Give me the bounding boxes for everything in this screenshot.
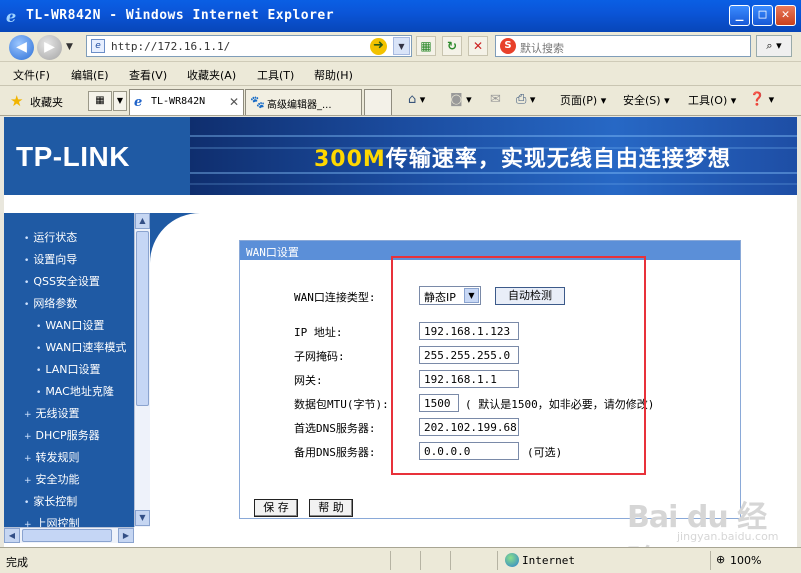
new-tab-button[interactable]	[364, 89, 392, 115]
ie-page-icon: e	[134, 95, 143, 110]
sidebar-item-dhcp[interactable]: + DHCP服务器	[24, 427, 100, 443]
sidebar-vertical-scrollbar[interactable]: ▲ ▼	[134, 213, 150, 527]
favorites-star-icon[interactable]: ★	[10, 92, 23, 110]
tp-link-logo: TP-LINK	[4, 117, 190, 195]
safety-menu[interactable]: 安全(S) ▾	[623, 92, 670, 108]
tab-list-dropdown-icon[interactable]: ▼	[113, 91, 127, 111]
mask-label: 子网掩码:	[294, 350, 345, 363]
dns2-label: 备用DNS服务器:	[294, 446, 376, 459]
page-content: TP-LINK 300M传输速率，实现无线自由连接梦想 • 运行状态 • 设置向导 …	[4, 117, 797, 547]
search-provider-icon: S	[500, 38, 516, 54]
close-button[interactable]: ✕	[775, 5, 796, 26]
feeds-icon[interactable]: ◙ ▾	[450, 92, 472, 107]
tools-menu[interactable]: 工具(O) ▾	[688, 92, 736, 108]
sidebar-item-lan[interactable]: • LAN口设置	[36, 361, 100, 377]
tab-advanced-editor[interactable]: 🐾 高级编辑器_...	[245, 89, 362, 115]
page-icon: e	[91, 39, 105, 53]
menu-help[interactable]: 帮助(H)	[314, 67, 353, 83]
ie-logo-icon: e	[6, 7, 17, 26]
sidebar-item-network[interactable]: • 网络参数	[24, 295, 77, 311]
help-button[interactable]: 帮 助	[309, 499, 353, 517]
status-text: 完成	[6, 556, 28, 569]
go-icon[interactable]: ➜	[370, 38, 387, 55]
menu-view[interactable]: 查看(V)	[129, 67, 167, 83]
stop-icon[interactable]: ✕	[468, 36, 488, 56]
menu-tools[interactable]: 工具(T)	[257, 67, 294, 83]
tab-tl-wr842n[interactable]: e TL-WR842N ✕	[129, 89, 244, 115]
window-titlebar[interactable]: e TL-WR842N - Windows Internet Explorer …	[0, 0, 801, 32]
maximize-button[interactable]: □	[752, 5, 773, 26]
help-icon[interactable]: ❓ ▾	[749, 92, 774, 107]
scroll-thumb[interactable]	[136, 231, 149, 406]
ip-label: IP 地址:	[294, 326, 343, 339]
scroll-right-icon[interactable]: ▶	[118, 528, 134, 543]
menu-bar: 文件(F) 编辑(E) 查看(V) 收藏夹(A) 工具(T) 帮助(H)	[0, 62, 801, 86]
menu-file[interactable]: 文件(F)	[13, 67, 50, 83]
sidebar-item-parental[interactable]: • 家长控制	[24, 493, 77, 509]
home-icon[interactable]: ⌂ ▾	[408, 92, 425, 107]
search-box[interactable]: S 默认搜索	[495, 35, 751, 57]
sidebar-item-status[interactable]: • 运行状态	[24, 229, 77, 245]
forward-button[interactable]: ▶	[37, 35, 62, 60]
horizontal-scroll-thumb[interactable]	[22, 529, 112, 542]
sidebar-item-wireless[interactable]: + 无线设置	[24, 405, 80, 421]
history-dropdown-icon[interactable]: ▼	[66, 42, 73, 52]
sidebar-nav: • 运行状态 • 设置向导 • QSS安全设置 • 网络参数 • WAN口设置 • WAN口…	[4, 213, 134, 533]
sidebar-horizontal-scrollbar[interactable]: ◀ ▶	[4, 527, 134, 543]
scroll-up-icon[interactable]: ▲	[135, 213, 150, 229]
sidebar-item-qss[interactable]: • QSS安全设置	[24, 273, 100, 289]
back-button[interactable]: ◀	[9, 35, 34, 60]
highlight-box	[391, 256, 646, 475]
dns1-label: 首选DNS服务器:	[294, 422, 376, 435]
banner: 300M传输速率，实现无线自由连接梦想	[190, 117, 797, 195]
mtu-label: 数据包MTU(字节):	[294, 398, 389, 411]
zoom-level[interactable]: 100%	[730, 554, 761, 567]
address-dropdown-icon[interactable]: ▼	[393, 37, 410, 55]
quick-tabs-icon[interactable]: ▦	[88, 91, 112, 111]
mail-icon[interactable]: ✉	[490, 92, 501, 107]
sidebar-item-mac-clone[interactable]: • MAC地址克隆	[36, 383, 114, 399]
wan-settings-panel: WAN口设置 WAN口连接类型: 静态IP ▼ 自动检测 IP 地址: 192.…	[239, 240, 741, 498]
sidebar-item-forwarding[interactable]: + 转发规则	[24, 449, 80, 465]
status-bar: 完成 Internet ⊕ 100%	[0, 547, 801, 573]
page-menu[interactable]: 页面(P) ▾	[560, 92, 606, 108]
tab-label: 高级编辑器_...	[267, 100, 332, 111]
address-bar[interactable]: e http://172.16.1.1/ ➜ ▼	[86, 35, 412, 57]
menu-favorites[interactable]: 收藏夹(A)	[187, 67, 236, 83]
watermark-url: jingyan.baidu.com	[677, 530, 779, 543]
paw-icon: 🐾	[250, 95, 265, 109]
search-placeholder[interactable]: 默认搜索	[520, 40, 564, 56]
tab-close-icon[interactable]: ✕	[229, 95, 239, 109]
compatibility-icon[interactable]: ▦	[416, 36, 436, 56]
menu-edit[interactable]: 编辑(E)	[71, 67, 109, 83]
zoom-icon[interactable]: ⊕	[716, 553, 725, 566]
gateway-label: 网关:	[294, 374, 323, 387]
conn-type-label: WAN口连接类型:	[294, 291, 376, 304]
search-button[interactable]: ⌕ ▾	[756, 35, 792, 57]
url-text[interactable]: http://172.16.1.1/	[111, 40, 230, 53]
print-icon[interactable]: ⎙ ▾	[516, 92, 535, 107]
sidebar-item-setup-wizard[interactable]: • 设置向导	[24, 251, 77, 267]
sidebar-item-wan-speed[interactable]: • WAN口速率模式	[36, 339, 126, 355]
scroll-down-icon[interactable]: ▼	[135, 510, 150, 526]
scroll-left-icon[interactable]: ◀	[4, 528, 20, 543]
minimize-button[interactable]: _	[729, 5, 750, 26]
save-button[interactable]: 保 存	[254, 499, 298, 517]
sidebar-item-wan[interactable]: • WAN口设置	[36, 317, 104, 333]
refresh-icon[interactable]: ↻	[442, 36, 462, 56]
window-title: TL-WR842N - Windows Internet Explorer	[26, 8, 335, 23]
favorites-button[interactable]: 收藏夹	[30, 94, 63, 110]
sidebar-item-security[interactable]: + 安全功能	[24, 471, 80, 487]
banner-slogan: 300M传输速率，实现无线自由连接梦想	[314, 147, 731, 172]
security-zone-label: Internet	[522, 554, 575, 567]
tab-label: TL-WR842N	[151, 96, 206, 107]
baidu-watermark: Bai du 经验 jingyan.baidu.com	[587, 486, 787, 547]
internet-zone-icon	[505, 553, 519, 567]
